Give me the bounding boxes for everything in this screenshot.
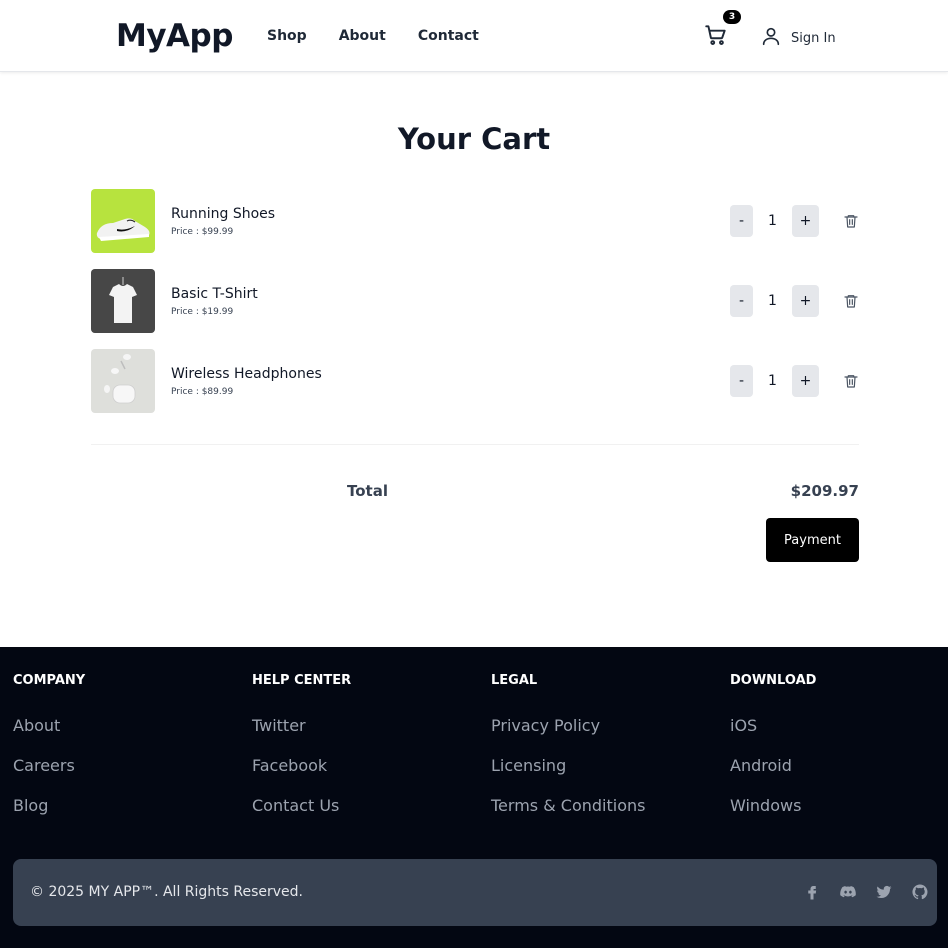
item-price: Price : $89.99 — [171, 387, 234, 397]
footer-link-windows[interactable]: Windows — [730, 796, 816, 816]
footer-link-licensing[interactable]: Licensing — [491, 756, 645, 776]
trash-icon[interactable] — [843, 373, 859, 389]
cart-item: Wireless Headphones Price : $89.99 - 1 + — [91, 349, 859, 429]
cart-list: Running Shoes Price : $99.99 - 1 + Basic… — [91, 189, 859, 429]
footer-link-twitter[interactable]: Twitter — [252, 716, 351, 736]
cart-icon[interactable] — [703, 22, 729, 48]
quantity-value: 1 — [768, 373, 777, 389]
user-icon — [760, 25, 782, 52]
item-name: Basic T-Shirt — [171, 286, 258, 302]
footer-link-facebook[interactable]: Facebook — [252, 756, 351, 776]
sign-in-label: Sign In — [791, 31, 836, 46]
page-title: Your Cart — [397, 122, 551, 156]
item-price: Price : $99.99 — [171, 227, 234, 237]
tshirt-image — [91, 269, 155, 333]
footer-column-download: DOWNLOAD iOS Android Windows — [730, 673, 816, 816]
increase-qty-button[interactable]: + — [792, 285, 819, 317]
github-icon[interactable] — [911, 883, 929, 901]
copyright-text: © 2025 MY APP™. All Rights Reserved. — [30, 884, 303, 900]
shoe-image — [91, 189, 155, 253]
nav-contact[interactable]: Contact — [418, 28, 479, 44]
item-price: Price : $19.99 — [171, 307, 234, 317]
sign-in-button[interactable]: Sign In — [760, 25, 836, 52]
footer-link-about[interactable]: About — [13, 716, 85, 736]
increase-qty-button[interactable]: + — [792, 205, 819, 237]
quantity-value: 1 — [768, 213, 777, 229]
main-nav: Shop About Contact — [267, 28, 511, 44]
total-value: $209.97 — [790, 482, 859, 500]
nav-shop[interactable]: Shop — [267, 28, 307, 44]
trash-icon[interactable] — [843, 293, 859, 309]
social-links — [803, 883, 929, 901]
footer-link-careers[interactable]: Careers — [13, 756, 85, 776]
facebook-icon[interactable] — [803, 883, 821, 901]
earbuds-image — [91, 349, 155, 413]
nav-about[interactable]: About — [339, 28, 386, 44]
logo[interactable]: MyApp — [116, 18, 233, 54]
footer-column-help-center: HELP CENTER Twitter Facebook Contact Us — [252, 673, 351, 816]
footer-link-contact-us[interactable]: Contact Us — [252, 796, 351, 816]
trash-icon[interactable] — [843, 213, 859, 229]
total-label: Total — [347, 482, 388, 500]
footer-heading: COMPANY — [13, 673, 86, 688]
footer-link-terms[interactable]: Terms & Conditions — [491, 796, 645, 816]
decrease-qty-button[interactable]: - — [730, 365, 753, 397]
quantity-value: 1 — [768, 293, 777, 309]
footer-heading: LEGAL — [491, 673, 538, 688]
twitter-icon[interactable] — [875, 883, 893, 901]
footer-link-ios[interactable]: iOS — [730, 716, 816, 736]
payment-button[interactable]: Payment — [766, 518, 859, 562]
decrease-qty-button[interactable]: - — [730, 205, 753, 237]
footer-link-blog[interactable]: Blog — [13, 796, 85, 816]
footer-link-android[interactable]: Android — [730, 756, 816, 776]
cart-count-badge: 3 — [723, 10, 741, 24]
footer-heading: DOWNLOAD — [730, 673, 817, 688]
item-name: Wireless Headphones — [171, 366, 322, 382]
divider — [91, 444, 859, 445]
increase-qty-button[interactable]: + — [792, 365, 819, 397]
footer-column-legal: LEGAL Privacy Policy Licensing Terms & C… — [491, 673, 645, 816]
site-header: MyApp Shop About Contact 3 Sign In — [0, 0, 948, 72]
footer-bottom-bar: © 2025 MY APP™. All Rights Reserved. — [13, 859, 937, 926]
cart-item: Basic T-Shirt Price : $19.99 - 1 + — [91, 269, 859, 349]
item-name: Running Shoes — [171, 206, 276, 222]
footer-heading: HELP CENTER — [252, 673, 352, 688]
footer-link-privacy-policy[interactable]: Privacy Policy — [491, 716, 645, 736]
footer-column-company: COMPANY About Careers Blog — [13, 673, 85, 816]
decrease-qty-button[interactable]: - — [730, 285, 753, 317]
discord-icon[interactable] — [839, 883, 857, 901]
site-footer: COMPANY About Careers Blog HELP CENTER T… — [0, 647, 948, 948]
cart-item: Running Shoes Price : $99.99 - 1 + — [91, 189, 859, 269]
